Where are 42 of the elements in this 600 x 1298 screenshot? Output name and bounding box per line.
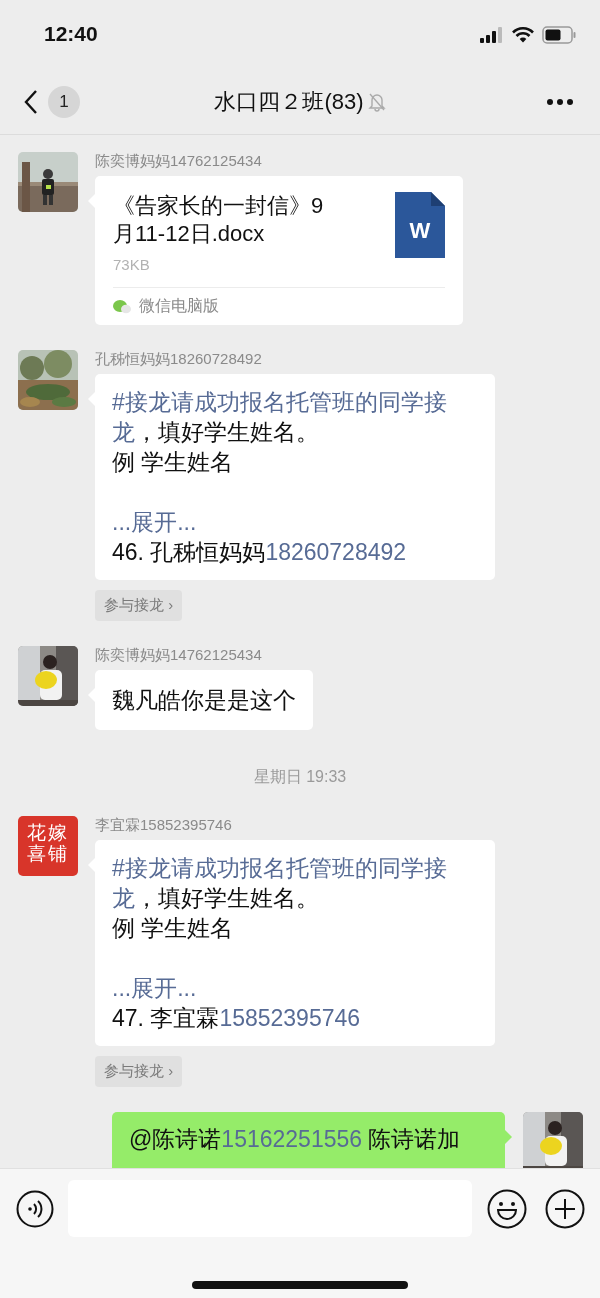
message-text: 例 学生姓名: [112, 914, 235, 943]
avatar-logo[interactable]: 花嫁 喜铺: [18, 816, 78, 876]
clock-time: 12:40: [44, 22, 98, 46]
source-label: 微信电脑版: [139, 296, 219, 316]
link-text[interactable]: 18260728492: [265, 539, 407, 565]
sender-name: 陈奕博妈妈14762125434: [95, 152, 262, 170]
link-text[interactable]: #接龙请成功报名托管班的同学接: [112, 387, 455, 417]
link-text[interactable]: 龙: [112, 885, 135, 911]
signal-icon: [480, 27, 504, 43]
unread-count: 1: [48, 86, 80, 118]
emoji-icon[interactable]: [487, 1188, 527, 1229]
message-text: 47. 李宜霖15852395746: [112, 1004, 362, 1033]
back-button[interactable]: 1: [24, 86, 80, 118]
link-text[interactable]: #接龙请成功报名托管班的同学接: [112, 853, 455, 883]
file-size: 73KB: [113, 256, 151, 273]
chat-title: 水口四２班(83): [214, 88, 364, 116]
message-text: #接龙请成功报名托管班的同学接 龙，填好学生姓名。: [112, 853, 455, 913]
expand-link[interactable]: ...展开...: [112, 973, 455, 1003]
message-text: @陈诗诺15162251556 陈诗诺加: [129, 1125, 462, 1154]
expand-link[interactable]: ...展开...: [112, 507, 455, 537]
join-button[interactable]: 参与接龙 ›: [95, 590, 183, 621]
file-name: 《告家长的一封信》9月11-12日.docx: [113, 192, 325, 248]
join-button[interactable]: 参与接龙 ›: [95, 1056, 183, 1087]
message-text: 46. 孔秭恒妈妈18260728492: [112, 538, 408, 567]
message-text: 魏凡皓你是是这个: [112, 686, 296, 715]
back-chevron-icon: [24, 89, 38, 115]
word-document-icon: W: [395, 192, 445, 258]
timestamp: 星期日 19:33: [253, 767, 347, 787]
message-text: #接龙请成功报名托管班的同学接 龙，填好学生姓名。: [112, 387, 455, 447]
link-text[interactable]: 龙: [112, 419, 135, 445]
message-text: 例 学生姓名: [112, 448, 235, 477]
link-text[interactable]: 15162251556: [221, 1126, 363, 1152]
wifi-icon: [512, 27, 534, 43]
sender-name: 孔秭恒妈妈18260728492: [95, 350, 262, 368]
sender-name: 陈奕博妈妈14762125434: [95, 646, 262, 664]
chat-bubbles-icon: [113, 299, 131, 314]
sender-name: 李宜霖15852395746: [95, 816, 232, 834]
add-icon[interactable]: [545, 1188, 585, 1229]
voice-icon[interactable]: [16, 1189, 54, 1228]
battery-icon: [542, 26, 576, 44]
more-icon[interactable]: [546, 98, 574, 106]
link-text[interactable]: 15852395746: [219, 1005, 361, 1031]
